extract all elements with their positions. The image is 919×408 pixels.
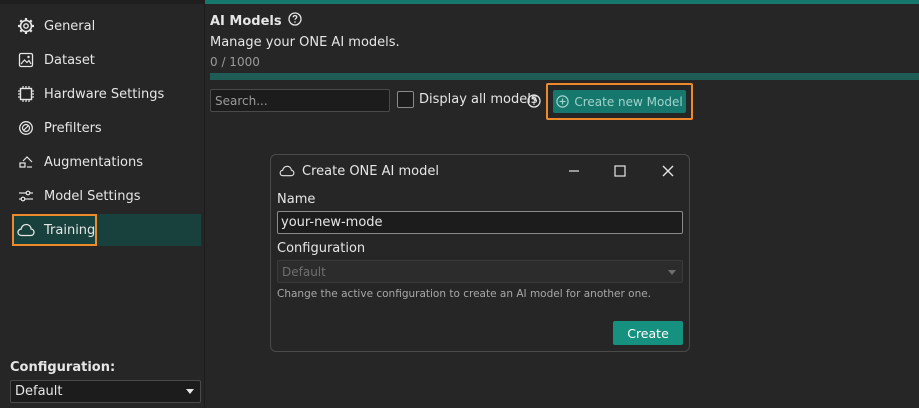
help-icon[interactable] [527, 93, 541, 112]
dialog-title: Create ONE AI model [302, 163, 439, 179]
close-button[interactable] [657, 161, 679, 181]
page-title: AI Models [210, 12, 302, 30]
sidebar-item-label: Prefilters [44, 120, 102, 136]
dialog-titlebar: Create ONE AI model [271, 155, 689, 187]
sidebar-item-model-settings[interactable]: Model Settings [12, 180, 201, 212]
minimize-button[interactable] [563, 161, 585, 181]
add-circle-icon [556, 95, 570, 108]
highlight-frame: Create new Model [546, 83, 693, 120]
quota-progress-bar [210, 73, 919, 80]
augment-icon [16, 152, 36, 172]
sidebar-item-general[interactable]: General [12, 10, 201, 42]
chevron-down-icon [668, 270, 676, 275]
dialog-configuration-select[interactable]: Default [277, 260, 683, 283]
sidebar-item-label: Augmentations [44, 154, 144, 170]
configuration-select[interactable]: Default [10, 380, 201, 403]
display-all-checkbox[interactable] [397, 91, 414, 108]
search-input[interactable] [210, 89, 390, 112]
page-title-text: AI Models [210, 13, 282, 29]
sidebar-item-training[interactable]: Training [12, 214, 201, 246]
sliders-icon [16, 186, 36, 206]
gear-icon [16, 16, 36, 36]
sidebar-item-label: General [44, 18, 96, 34]
create-new-model-button[interactable]: Create new Model [553, 90, 686, 113]
sidebar-item-label: Dataset [44, 52, 95, 68]
configuration-hint: Change the active configuration to creat… [277, 288, 652, 300]
image-icon [16, 50, 36, 70]
dialog-configuration-value: Default [282, 264, 326, 279]
create-button[interactable]: Create [613, 321, 683, 345]
display-all-models-toggle[interactable]: Display all models [397, 91, 538, 108]
configuration-select-value: Default [15, 384, 63, 399]
sidebar-item-label: Training [44, 222, 96, 238]
create-model-dialog: Create ONE AI model Name Configuration D… [270, 154, 690, 352]
chevron-down-icon [186, 389, 194, 394]
page-subtitle: Manage your ONE AI models. [210, 35, 400, 50]
maximize-button[interactable] [609, 161, 631, 181]
configuration-label: Configuration: [10, 360, 116, 375]
help-icon[interactable] [287, 12, 302, 30]
sidebar: General Dataset Hardware Settings Prefil… [0, 4, 205, 408]
sidebar-item-hardware-settings[interactable]: Hardware Settings [12, 78, 201, 110]
dialog-configuration-label: Configuration [277, 241, 366, 256]
chip-icon [16, 84, 36, 104]
cloud-icon [279, 165, 295, 177]
close-icon [662, 165, 674, 177]
model-count: 0 / 1000 [210, 55, 260, 69]
display-all-label: Display all models [419, 92, 538, 107]
filter-icon [16, 118, 36, 138]
sidebar-item-dataset[interactable]: Dataset [12, 44, 201, 76]
sidebar-item-label: Hardware Settings [44, 86, 165, 102]
sidebar-item-augmentations[interactable]: Augmentations [12, 146, 201, 178]
create-new-model-label: Create new Model [574, 94, 683, 109]
sidebar-item-prefilters[interactable]: Prefilters [12, 112, 201, 144]
model-name-input[interactable] [277, 211, 683, 234]
cloud-icon [16, 220, 36, 240]
name-label: Name [277, 192, 316, 207]
sidebar-item-label: Model Settings [44, 188, 141, 204]
